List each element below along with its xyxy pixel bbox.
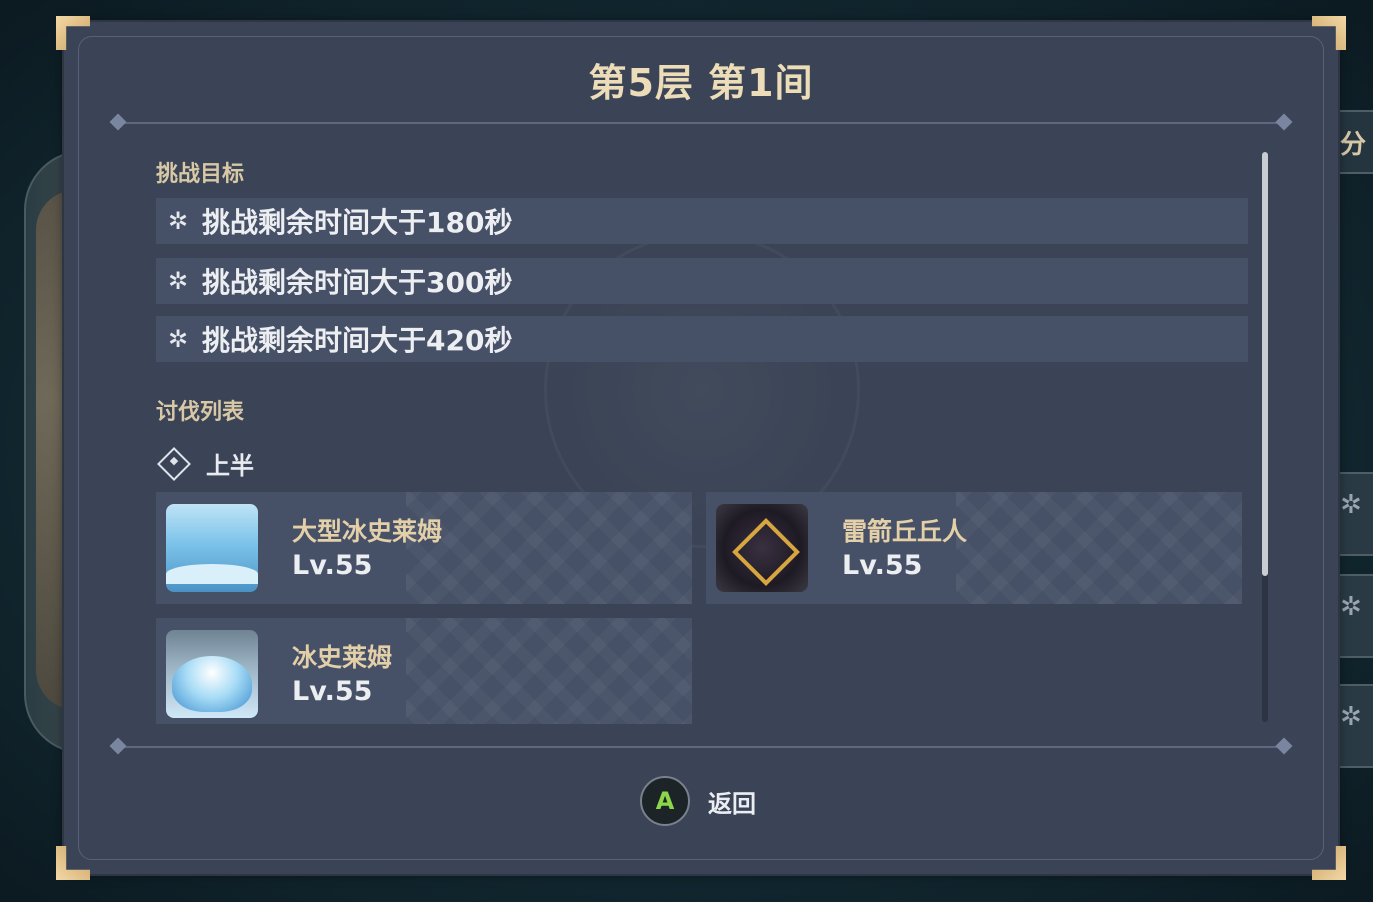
objective-text: 挑战剩余时间大于420秒 bbox=[202, 324, 513, 357]
star-icon: ✲ bbox=[1340, 592, 1362, 622]
side-tab-top[interactable]: 分 bbox=[1338, 110, 1373, 174]
star-icon: ✲ bbox=[1340, 702, 1362, 732]
objective-text: 挑战剩余时间大于300秒 bbox=[202, 266, 513, 299]
enemy-level: Lv.55 bbox=[292, 676, 373, 707]
star-icon: ✲ bbox=[1340, 490, 1362, 520]
snowflake-star-icon: ✲ bbox=[167, 325, 189, 353]
snowflake-star-icon: ✲ bbox=[167, 267, 189, 295]
enemy-list-heading: 讨伐列表 bbox=[156, 400, 245, 425]
corner-ornament bbox=[56, 16, 90, 50]
corner-ornament bbox=[56, 846, 90, 880]
snowflake-star-icon: ✲ bbox=[167, 207, 189, 235]
side-tab-star-3[interactable]: ✲ bbox=[1338, 684, 1373, 768]
objective-row: ✲ 挑战剩余时间大于420秒 bbox=[156, 316, 1248, 362]
enemy-level: Lv.55 bbox=[842, 550, 923, 581]
objectives-heading: 挑战目标 bbox=[156, 162, 245, 187]
back-button[interactable]: A 返回 bbox=[640, 776, 756, 826]
enemy-name: 雷箭丘丘人 bbox=[842, 517, 968, 546]
enemy-card[interactable]: 雷箭丘丘人 Lv.55 bbox=[706, 492, 1242, 604]
objective-row: ✲ 挑战剩余时间大于300秒 bbox=[156, 258, 1248, 304]
corner-ornament bbox=[1312, 846, 1346, 880]
side-tab-star-2[interactable]: ✲ bbox=[1338, 574, 1373, 658]
electro-hilichurl-shooter-portrait bbox=[716, 504, 808, 592]
objective-row: ✲ 挑战剩余时间大于180秒 bbox=[156, 198, 1248, 244]
enemy-name: 大型冰史莱姆 bbox=[292, 517, 443, 546]
objective-text: 挑战剩余时间大于180秒 bbox=[202, 206, 513, 239]
enemy-card[interactable]: 大型冰史莱姆 Lv.55 bbox=[156, 492, 692, 604]
side-tab-text: 分 bbox=[1340, 130, 1367, 160]
enemy-level: Lv.55 bbox=[292, 550, 373, 581]
a-button-icon: A bbox=[640, 776, 690, 826]
enemy-card[interactable]: 冰史莱姆 Lv.55 bbox=[156, 618, 692, 724]
half-label: 上半 bbox=[156, 446, 254, 481]
page-title: 第5层 第1间 bbox=[588, 61, 814, 105]
cryo-slime-portrait bbox=[166, 630, 258, 718]
large-cryo-slime-portrait bbox=[166, 504, 258, 592]
corner-ornament bbox=[1312, 16, 1346, 50]
divider bbox=[118, 122, 1284, 124]
half-label-text: 上半 bbox=[206, 452, 254, 480]
enemy-name: 冰史莱姆 bbox=[292, 643, 393, 672]
chamber-info-panel: 第5层 第1间 挑战目标 ✲ 挑战剩余时间大于180秒 ✲ 挑战剩余时间大于30… bbox=[56, 16, 1338, 874]
side-tab-star-1[interactable]: ✲ bbox=[1338, 472, 1373, 556]
scrollbar-thumb[interactable] bbox=[1262, 152, 1268, 576]
back-label: 返回 bbox=[708, 789, 756, 818]
divider bbox=[118, 746, 1284, 748]
diamond-icon bbox=[157, 446, 191, 481]
scrollbar[interactable] bbox=[1262, 152, 1268, 722]
